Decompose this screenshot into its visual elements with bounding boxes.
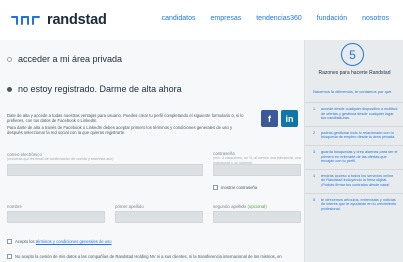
- login-radio[interactable]: [7, 56, 12, 62]
- header: randstad candidatos empresas tendencias3…: [0, 0, 403, 40]
- data-transfer-label: No acepto la cesión de mis datos a las c…: [15, 254, 282, 259]
- intro-text: Date de alta y accede a todas nuestras v…: [7, 113, 247, 137]
- randstad-logo-icon: [11, 14, 41, 26]
- intro-paragraph-1: Date de alta y accede a todas nuestras v…: [7, 113, 244, 124]
- reasons-sidebar: 5 Razones para hacerte Randstad Nacemos …: [304, 40, 403, 262]
- register-option-label: no estoy registrado. Darme de alta ahora: [18, 84, 182, 94]
- nav-item-nosotros[interactable]: nosotros: [362, 15, 389, 22]
- facebook-button[interactable]: f: [261, 110, 278, 127]
- randstad-logo[interactable]: randstad: [11, 12, 107, 28]
- show-password-checkbox[interactable]: [213, 185, 218, 190]
- nav-item-fundacion[interactable]: fundación: [317, 15, 347, 22]
- password-input[interactable]: [213, 164, 301, 176]
- optional-tag: (opcional): [247, 204, 267, 209]
- login-option-label: acceder a mi área privada: [18, 54, 123, 64]
- name-label: nombre: [7, 204, 22, 209]
- email-hint: (recuerda que es email de confirmación d…: [7, 157, 114, 161]
- first-surname-label: primer apellido: [115, 204, 144, 209]
- email-input[interactable]: [7, 164, 203, 176]
- register-radio[interactable]: [7, 86, 12, 92]
- reason-item: 1 accede desde cualquier dispositivo a mu…: [305, 102, 403, 126]
- terms-checkbox[interactable]: [7, 239, 12, 244]
- reasons-number-badge: 5: [341, 43, 364, 66]
- terms-link[interactable]: términos y condiciones generales de uso: [36, 239, 112, 244]
- name-input[interactable]: [7, 211, 105, 223]
- linkedin-button[interactable]: in: [281, 110, 298, 127]
- register-option[interactable]: no estoy registrado. Darme de alta ahora: [7, 84, 182, 94]
- reasons-title: Razones para hacerte Randstad: [318, 70, 391, 76]
- main-nav: candidatos empresas tendencias360 fundac…: [162, 15, 389, 22]
- intro-paragraph-2: Para darte de alta a través de Facebook …: [7, 124, 233, 136]
- reasons-list: 1 accede desde cualquier dispositivo a mu…: [305, 102, 403, 216]
- show-password-label: mostrar contraseña: [221, 185, 258, 190]
- terms-label: Acepto los términos y condiciones genera…: [15, 239, 112, 244]
- reason-item: 2 podrás gestionar todo lo relacionado co…: [305, 125, 403, 145]
- reason-item: 3 guarda búsquedas y crea alarmas para se…: [305, 144, 403, 169]
- reasons-subtitle: Nacemos la diferencia, te contamos por q…: [313, 89, 393, 94]
- data-transfer-checkbox[interactable]: [7, 254, 12, 259]
- first-surname-input[interactable]: [115, 211, 203, 223]
- reason-item: 5 te ofrecemos artículos, entrevistas y n…: [305, 192, 403, 217]
- second-surname-label: segundo apellido (opcional): [213, 204, 267, 209]
- second-surname-input[interactable]: [213, 211, 301, 223]
- login-option[interactable]: acceder a mi área privada: [7, 54, 122, 64]
- nav-item-candidatos[interactable]: candidatos: [162, 15, 196, 22]
- nav-item-tendencias360[interactable]: tendencias360: [256, 15, 302, 22]
- registration-panel: acceder a mi área privada no estoy regis…: [0, 40, 304, 262]
- nav-item-empresas[interactable]: empresas: [211, 15, 242, 22]
- logo-text: randstad: [47, 12, 107, 28]
- reason-item: 4 tendrás acceso a todos los servicios on…: [305, 168, 403, 193]
